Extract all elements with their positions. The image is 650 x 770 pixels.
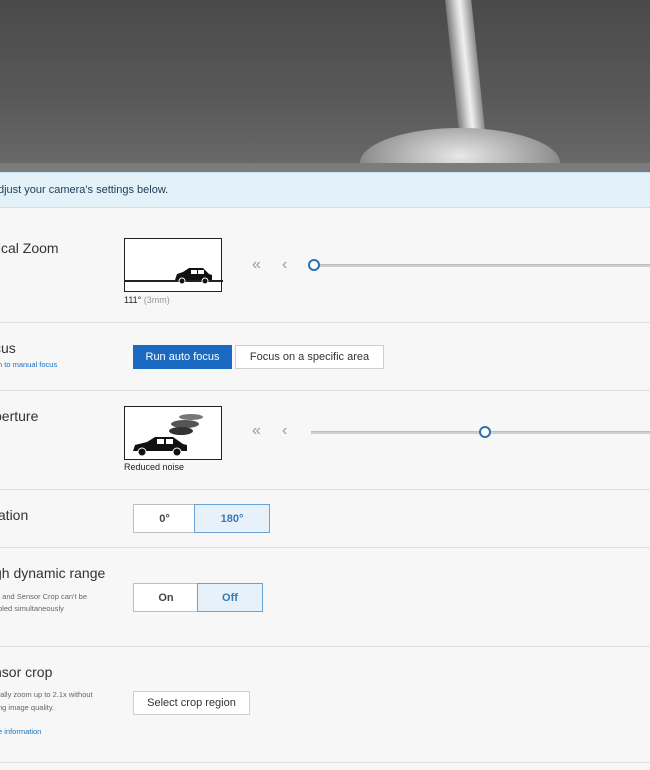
sensor-crop-row: nsor crop tally zoom up to 2.1x without … <box>0 647 650 763</box>
double-chevron-left-icon[interactable]: « <box>252 256 261 274</box>
optical-zoom-angle: 111° <box>124 295 142 305</box>
chevron-left-icon[interactable]: ‹ <box>282 256 288 274</box>
hdr-toggle: On Off <box>133 583 263 612</box>
sensor-crop-note-1: tally zoom up to 2.1x without <box>0 690 93 699</box>
rotation-option-180[interactable]: 180° <box>194 504 270 533</box>
aperture-chevron-left-icon[interactable]: ‹ <box>282 422 288 440</box>
sensor-crop-note-2: ng image quality. <box>0 703 55 712</box>
rotation-option-0[interactable]: 0° <box>134 505 195 532</box>
aperture-row: perture Reduced noise « ‹ <box>0 391 650 490</box>
rotation-label: tation <box>0 507 29 523</box>
hdr-label: gh dynamic range <box>0 565 106 581</box>
focus-specific-area-button[interactable]: Focus on a specific area <box>235 345 384 369</box>
optical-zoom-focal: (3mm) <box>143 295 170 305</box>
manual-focus-link[interactable]: h to manual focus <box>0 360 57 369</box>
car-motion-blur-icon <box>124 406 222 460</box>
aperture-caption: Reduced noise <box>124 462 185 472</box>
select-crop-region-button[interactable]: Select crop region <box>133 691 250 715</box>
info-banner-text: djust your camera's settings below. <box>0 184 169 196</box>
more-information-link[interactable]: e information <box>0 727 41 736</box>
optical-zoom-caption: 111° (3mm) <box>124 295 170 305</box>
hdr-option-off[interactable]: Off <box>197 583 263 612</box>
rotation-row: tation 0° 180° <box>0 490 650 548</box>
optical-zoom-slider-knob[interactable] <box>308 259 320 271</box>
focus-row: cus h to manual focus Run auto focus Foc… <box>0 323 650 391</box>
optical-zoom-track[interactable] <box>314 264 650 267</box>
car-zoom-icon <box>124 238 223 292</box>
rotation-toggle: 0° 180° <box>133 504 270 533</box>
preview-stem <box>444 0 486 141</box>
run-auto-focus-button[interactable]: Run auto focus <box>133 345 232 369</box>
sensor-crop-label: nsor crop <box>0 664 53 680</box>
hdr-row: gh dynamic range t and Sensor Crop can't… <box>0 548 650 647</box>
aperture-label: perture <box>0 408 39 424</box>
focus-label: cus <box>0 340 16 356</box>
hdr-note-2: bled simultaneously <box>0 604 64 613</box>
info-banner: djust your camera's settings below. <box>0 172 650 208</box>
aperture-slider-knob[interactable] <box>479 426 491 438</box>
optical-zoom-row: tical Zoom 111° (3mm) « ‹ <box>0 208 650 323</box>
aperture-double-chevron-left-icon[interactable]: « <box>252 422 261 440</box>
camera-preview <box>0 0 650 172</box>
hdr-note-1: t and Sensor Crop can't be <box>0 592 87 601</box>
optical-zoom-label: tical Zoom <box>0 240 59 256</box>
preview-strip <box>0 163 650 172</box>
hdr-option-on[interactable]: On <box>134 584 198 611</box>
